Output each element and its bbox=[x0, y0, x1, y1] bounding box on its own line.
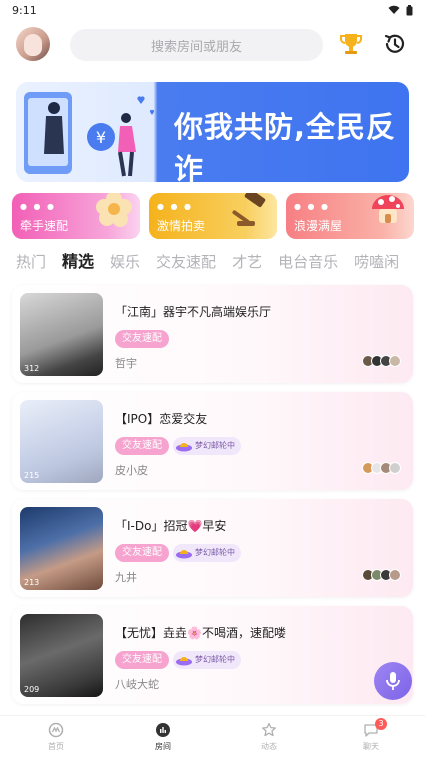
user-avatar[interactable] bbox=[16, 27, 50, 61]
nav-chat[interactable]: 聊天 3 bbox=[341, 718, 401, 752]
nav-home[interactable]: 首页 bbox=[26, 722, 86, 752]
search-input[interactable]: 搜索房间或朋友 bbox=[70, 29, 323, 61]
room-tags: 交友速配 梦幻邮轮中 bbox=[115, 651, 241, 669]
room-listener-count: 209 bbox=[24, 685, 40, 694]
room-owner: 皮小皮 bbox=[115, 464, 148, 477]
room-status-tag: 梦幻邮轮中 bbox=[173, 651, 241, 669]
room-category-tabs: 热门 精选 娱乐 交友速配 才艺 电台音乐 唠嗑闲 bbox=[16, 248, 425, 274]
room-card[interactable]: 213 「I-Do」招冠💗早安 交友速配 梦幻邮轮中 九井 bbox=[12, 499, 413, 597]
nav-feed[interactable]: 动态 bbox=[239, 722, 299, 752]
anti-fraud-illustration: ¥ bbox=[24, 92, 155, 177]
nav-label: 首页 bbox=[48, 742, 64, 751]
room-status-tag: 梦幻邮轮中 bbox=[173, 437, 241, 455]
room-thumbnail: 312 bbox=[20, 293, 103, 376]
room-member-avatars bbox=[362, 355, 401, 367]
tab-radio-music[interactable]: 电台音乐 bbox=[278, 251, 338, 272]
home-icon bbox=[48, 722, 64, 738]
bottom-navigation: 首页 房间 动态 聊天 3 bbox=[0, 715, 425, 757]
room-tags: 交友速配 梦幻邮轮中 bbox=[115, 437, 241, 455]
room-tag: 交友速配 bbox=[115, 544, 169, 562]
room-title: 「江南」器宇不凡高端娱乐厅 bbox=[115, 305, 272, 319]
room-card[interactable]: 209 【无忧】垚垚🌸不喝酒，速配喽 交友速配 梦幻邮轮中 八岐大蛇 bbox=[12, 606, 413, 704]
category-card-romance[interactable]: ● ● ● 浪漫满屋 bbox=[286, 193, 414, 239]
room-card[interactable]: 215 【IPO】恋爱交友 交友速配 梦幻邮轮中 皮小皮 bbox=[12, 392, 413, 490]
room-list: 312 「江南」器宇不凡高端娱乐厅 交友速配 哲宇 215 【IPO】恋爱交友 … bbox=[12, 285, 413, 713]
room-owner: 哲宇 bbox=[115, 357, 137, 370]
tab-dating[interactable]: 交友速配 bbox=[156, 251, 216, 272]
svg-text:¥: ¥ bbox=[96, 128, 106, 147]
top-bar: 搜索房间或朋友 bbox=[0, 26, 425, 64]
star-icon bbox=[262, 722, 276, 737]
room-thumbnail: 209 bbox=[20, 614, 103, 697]
flower-icon bbox=[96, 193, 132, 227]
room-title: 【无忧】垚垚🌸不喝酒，速配喽 bbox=[115, 626, 286, 640]
member-avatar bbox=[389, 569, 401, 581]
room-tag: 交友速配 bbox=[115, 437, 169, 455]
voice-mic-button[interactable] bbox=[374, 662, 412, 700]
room-listener-count: 215 bbox=[24, 471, 40, 480]
room-tag: 交友速配 bbox=[115, 651, 169, 669]
room-member-avatars bbox=[362, 569, 401, 581]
room-title: 「I-Do」招冠💗早安 bbox=[115, 519, 227, 533]
tab-chat[interactable]: 唠嗑闲 bbox=[354, 251, 399, 272]
room-thumbnail: 215 bbox=[20, 400, 103, 483]
category-card-pairing[interactable]: ● ● ● 牵手速配 bbox=[12, 193, 140, 239]
tab-hot[interactable]: 热门 bbox=[16, 251, 46, 272]
category-label: 激情拍卖 bbox=[157, 219, 206, 233]
gavel-icon bbox=[232, 193, 266, 226]
tab-talent[interactable]: 才艺 bbox=[232, 251, 262, 272]
ufo-icon bbox=[176, 443, 192, 452]
trophy-icon[interactable] bbox=[338, 31, 364, 57]
tab-featured[interactable]: 精选 bbox=[62, 248, 94, 272]
category-cards: ● ● ● 牵手速配 ● ● ● 激情拍卖 ● ● ● 浪漫满屋 bbox=[12, 193, 417, 239]
room-status-label: 梦幻邮轮中 bbox=[195, 548, 235, 557]
battery-icon bbox=[406, 4, 413, 15]
category-label: 浪漫满屋 bbox=[294, 219, 343, 233]
member-avatar bbox=[389, 462, 401, 474]
category-dots: ● ● ● bbox=[157, 202, 194, 211]
room-title: 【IPO】恋爱交友 bbox=[115, 412, 208, 426]
history-icon[interactable] bbox=[382, 31, 408, 57]
tab-entertainment[interactable]: 娱乐 bbox=[110, 251, 140, 272]
nav-label: 聊天 bbox=[363, 742, 379, 751]
member-avatar bbox=[389, 355, 401, 367]
wifi-icon bbox=[388, 5, 400, 14]
category-card-auction[interactable]: ● ● ● 激情拍卖 bbox=[149, 193, 277, 239]
search-placeholder: 搜索房间或朋友 bbox=[150, 39, 242, 55]
room-tag: 交友速配 bbox=[115, 330, 169, 348]
nav-rooms[interactable]: 房间 bbox=[133, 722, 193, 752]
status-icons bbox=[388, 4, 413, 16]
room-member-avatars bbox=[362, 462, 401, 474]
ufo-icon bbox=[176, 657, 192, 666]
category-label: 牵手速配 bbox=[20, 219, 69, 233]
room-owner: 九井 bbox=[115, 571, 137, 584]
room-card[interactable]: 312 「江南」器宇不凡高端娱乐厅 交友速配 哲宇 bbox=[12, 285, 413, 383]
room-listener-count: 312 bbox=[24, 364, 40, 373]
banner-title: 你我共防,全民反诈 bbox=[174, 110, 397, 182]
room-status-label: 梦幻邮轮中 bbox=[195, 441, 235, 450]
mushroom-house-icon bbox=[372, 195, 404, 223]
room-listener-count: 213 bbox=[24, 578, 40, 587]
category-dots: ● ● ● bbox=[294, 202, 331, 211]
nav-label: 动态 bbox=[261, 742, 277, 751]
category-dots: ● ● ● bbox=[20, 202, 57, 211]
unread-badge: 3 bbox=[375, 718, 387, 730]
room-owner: 八岐大蛇 bbox=[115, 678, 159, 691]
status-bar: 9:11 bbox=[0, 0, 425, 20]
microphone-icon bbox=[386, 672, 400, 690]
status-time: 9:11 bbox=[12, 3, 37, 17]
room-tags: 交友速配 梦幻邮轮中 bbox=[115, 544, 241, 562]
promo-banner[interactable]: ¥ 你我共防,全民反诈 bbox=[16, 82, 409, 182]
nav-label: 房间 bbox=[155, 742, 171, 751]
ufo-icon bbox=[176, 550, 192, 559]
room-tags: 交友速配 bbox=[115, 330, 169, 348]
room-status-label: 梦幻邮轮中 bbox=[195, 655, 235, 664]
room-status-tag: 梦幻邮轮中 bbox=[173, 544, 241, 562]
room-thumbnail: 213 bbox=[20, 507, 103, 590]
rooms-icon bbox=[156, 723, 170, 737]
